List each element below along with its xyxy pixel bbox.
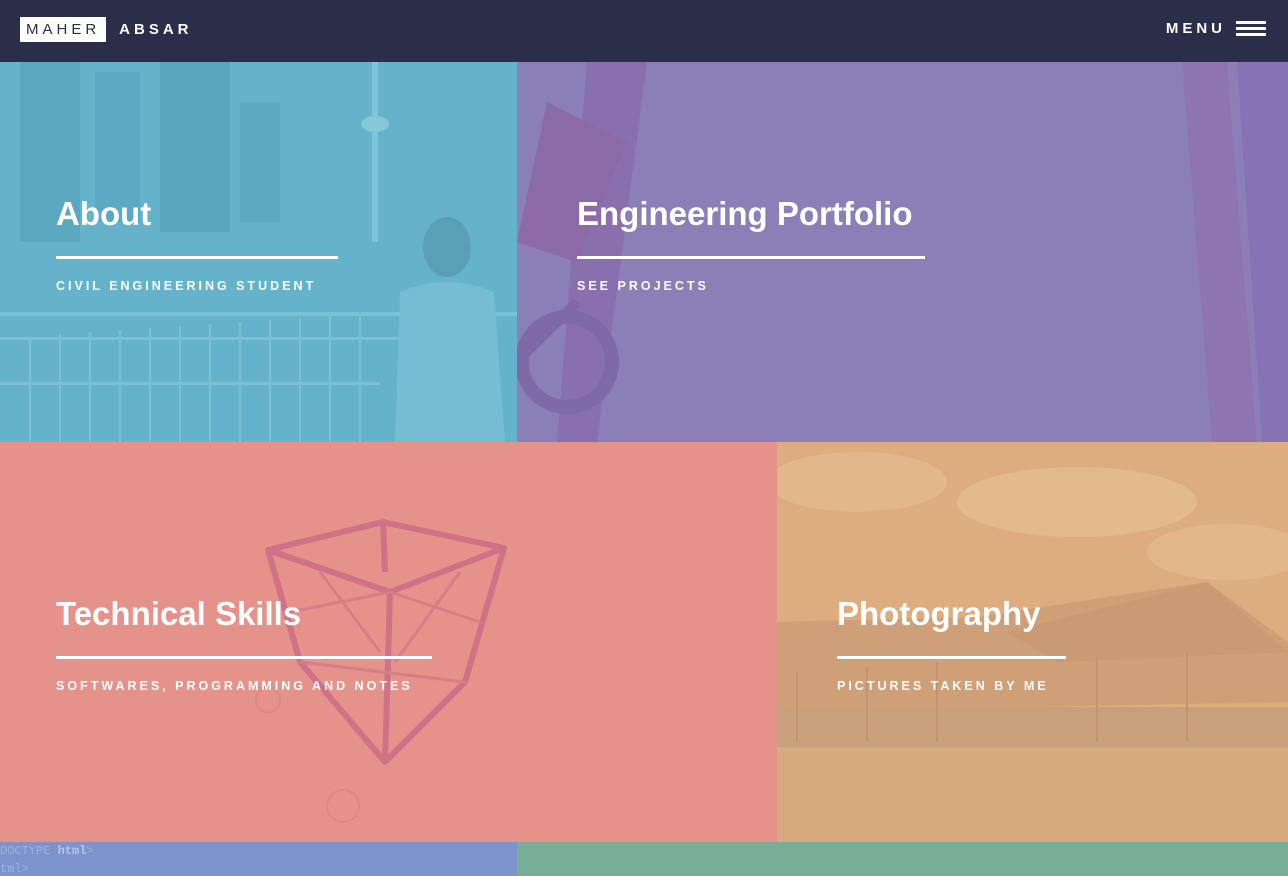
site-header: MAHER ABSAR MENU xyxy=(0,0,1288,62)
engineering-divider xyxy=(577,256,925,259)
technical-divider xyxy=(56,656,432,659)
tile-engineering-portfolio[interactable]: Engineering Portfolio SEE PROJECTS xyxy=(517,62,1288,442)
tile-photography[interactable]: Photography PICTURES TAKEN BY ME xyxy=(777,442,1288,842)
about-content: About CIVIL ENGINEERING STUDENT xyxy=(56,194,338,293)
logo-first-name: MAHER xyxy=(20,17,107,42)
photography-content: Photography PICTURES TAKEN BY ME xyxy=(837,594,1066,693)
code-snippet: DOCTYPE html> tml> xyxy=(0,844,94,876)
tile-green-partial[interactable] xyxy=(517,842,1288,876)
about-title: About xyxy=(56,195,152,232)
technical-subtitle: SOFTWARES, PROGRAMMING AND NOTES xyxy=(56,679,413,693)
engineering-title: Engineering Portfolio xyxy=(577,195,913,232)
menu-label: MENU xyxy=(1165,20,1226,37)
technical-content: Technical Skills SOFTWARES, PROGRAMMING … xyxy=(56,594,432,693)
about-subtitle: CIVIL ENGINEERING STUDENT xyxy=(56,279,317,293)
site-logo[interactable]: MAHER ABSAR xyxy=(20,17,193,42)
engineering-subtitle: SEE PROJECTS xyxy=(577,279,709,293)
photography-divider xyxy=(837,656,1066,659)
logo-last-name: ABSAR xyxy=(119,21,193,38)
tile-about[interactable]: About CIVIL ENGINEERING STUDENT xyxy=(0,62,517,442)
technical-title: Technical Skills xyxy=(56,595,302,632)
tile-technical-skills[interactable]: Technical Skills SOFTWARES, PROGRAMMING … xyxy=(0,442,777,842)
photography-subtitle: PICTURES TAKEN BY ME xyxy=(837,679,1049,693)
about-divider xyxy=(56,256,338,259)
menu-button[interactable]: MENU xyxy=(1166,20,1266,37)
hamburger-icon xyxy=(1236,20,1266,37)
photography-title: Photography xyxy=(837,595,1041,632)
tile-code-partial[interactable]: DOCTYPE html> tml> xyxy=(0,842,517,876)
engineering-content: Engineering Portfolio SEE PROJECTS xyxy=(577,194,925,293)
